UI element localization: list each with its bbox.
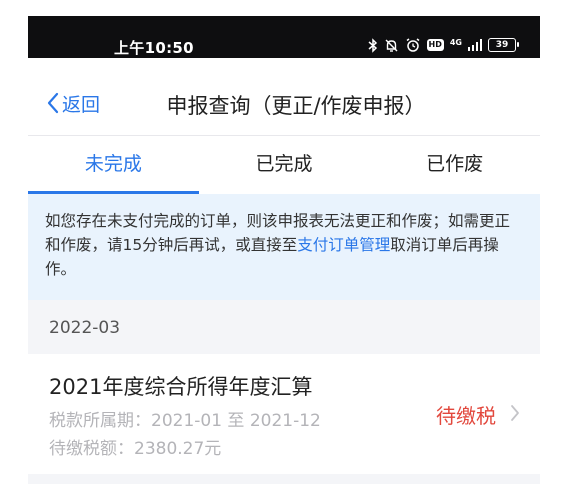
notice-banner: 如您存在未支付完成的订单，则该申报表无法更正和作废；如需更正和作废，请15分钟后… <box>28 194 540 300</box>
page-title: 申报查询（更正/作废申报） <box>166 94 426 118</box>
record-period: 税款所属期：2021-01 至 2021-12 <box>49 411 321 431</box>
status-icons: HD 4G 39 <box>368 35 519 55</box>
battery-icon: 39 <box>488 38 519 52</box>
network-type-label: 4G <box>449 37 462 47</box>
tab-completed[interactable]: 已完成 <box>199 136 370 194</box>
status-time: 上午10:50 <box>114 39 194 57</box>
record-amount: 待缴税额：2380.27元 <box>49 439 222 459</box>
navigation-bar: 返回 申报查询（更正/作废申报） <box>28 58 540 136</box>
month-header: 2022-03 <box>49 318 121 338</box>
tab-bar: 未完成 已完成 已作废 <box>28 136 540 194</box>
bluetooth-icon <box>368 37 378 53</box>
mute-bell-icon <box>384 38 399 53</box>
signal-icon <box>468 39 482 51</box>
hd-badge: HD <box>426 39 444 51</box>
tab-incomplete[interactable]: 未完成 <box>28 136 199 194</box>
tab-voided[interactable]: 已作废 <box>369 136 540 194</box>
record-title: 2021年度综合所得年度汇算 <box>49 375 313 399</box>
battery-level: 39 <box>495 40 509 50</box>
phone-screen: 上午10:50 HD 4G 39 返回 申报查询（更正/作废申报） 未完成 已完… <box>28 16 540 484</box>
status-badge: 待缴税 <box>436 404 496 428</box>
list-item[interactable]: 2021年度综合所得年度汇算 税款所属期：2021-01 至 2021-12 待… <box>28 354 540 474</box>
chevron-right-icon <box>510 404 520 426</box>
status-bar: 上午10:50 HD 4G 39 <box>28 16 540 58</box>
payment-order-management-link[interactable]: 支付订单管理 <box>297 236 390 254</box>
alarm-clock-icon <box>405 37 421 53</box>
